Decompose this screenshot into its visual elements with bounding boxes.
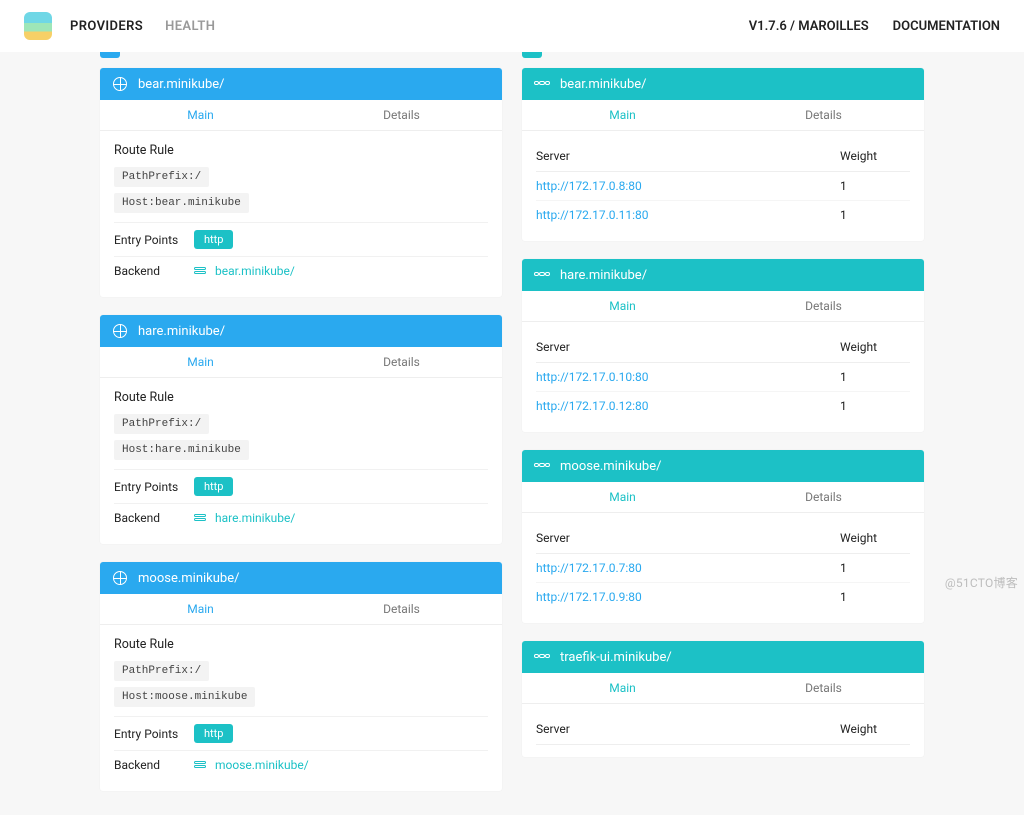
tab-details[interactable]: Details (301, 100, 502, 130)
backend-card: moose.minikube/ Main Details Server Weig… (522, 450, 924, 623)
tab-details[interactable]: Details (301, 347, 502, 377)
backend-card: hare.minikube/ Main Details Server Weigh… (522, 259, 924, 432)
disk-icon (534, 267, 550, 283)
backend-name: moose.minikube/ (560, 459, 661, 474)
route-rule-value: Host:hare.minikube (114, 440, 249, 460)
weight-col-header: Weight (840, 149, 910, 163)
route-rule-value: Host:moose.minikube (114, 687, 255, 707)
tab-main[interactable]: Main (100, 100, 301, 130)
version-label: V1.7.6 / MAROILLES (749, 19, 869, 34)
nav-health[interactable]: HEALTH (165, 19, 215, 34)
backend-card-header: hare.minikube/ (522, 259, 924, 291)
disk-icon (534, 458, 550, 474)
frontend-name: bear.minikube/ (138, 77, 225, 92)
backends-column: bear.minikube/ Main Details Server Weigh… (522, 36, 924, 809)
server-url[interactable]: http://172.17.0.9:80 (536, 590, 642, 604)
route-rule-label: Route Rule (114, 143, 488, 158)
server-url[interactable]: http://172.17.0.12:80 (536, 399, 649, 413)
server-url[interactable]: http://172.17.0.11:80 (536, 208, 649, 222)
top-nav: PROVIDERS HEALTH V1.7.6 / MAROILLES DOCU… (0, 0, 1024, 52)
disk-icon (534, 649, 550, 665)
brand-logo (24, 12, 52, 40)
entry-points-label: Entry Points (114, 480, 194, 494)
server-col-header: Server (536, 722, 840, 736)
frontend-card: hare.minikube/ Main Details Route Rule P… (100, 315, 502, 544)
frontend-name: moose.minikube/ (138, 571, 239, 586)
nav-documentation[interactable]: DOCUMENTATION (893, 19, 1000, 34)
backend-link[interactable]: bear.minikube/ (215, 264, 295, 278)
backend-link[interactable]: hare.minikube/ (215, 511, 295, 525)
frontend-card-header: moose.minikube/ (100, 562, 502, 594)
weight-col-header: Weight (840, 722, 910, 736)
server-weight: 1 (840, 208, 910, 222)
weight-col-header: Weight (840, 340, 910, 354)
frontend-card-header: hare.minikube/ (100, 315, 502, 347)
tab-details[interactable]: Details (723, 673, 924, 703)
globe-icon (112, 323, 128, 339)
route-rule-value: PathPrefix:/ (114, 661, 209, 681)
frontend-name: hare.minikube/ (138, 324, 225, 339)
tab-details[interactable]: Details (723, 100, 924, 130)
backend-card: traefik-ui.minikube/ Main Details Server… (522, 641, 924, 757)
route-rule-label: Route Rule (114, 390, 488, 405)
backend-card-header: traefik-ui.minikube/ (522, 641, 924, 673)
backend-label: Backend (114, 758, 194, 772)
route-rule-value: PathPrefix:/ (114, 414, 209, 434)
server-url[interactable]: http://172.17.0.8:80 (536, 179, 642, 193)
route-rule-value: PathPrefix:/ (114, 167, 209, 187)
frontend-card: bear.minikube/ Main Details Route Rule P… (100, 68, 502, 297)
server-weight: 1 (840, 179, 910, 193)
backend-link[interactable]: moose.minikube/ (215, 758, 309, 772)
globe-icon (112, 76, 128, 92)
server-weight: 1 (840, 399, 910, 413)
entry-point-pill: http (194, 230, 233, 249)
frontend-card: moose.minikube/ Main Details Route Rule … (100, 562, 502, 791)
backend-name: bear.minikube/ (560, 77, 647, 92)
server-col-header: Server (536, 340, 840, 354)
tab-main[interactable]: Main (522, 100, 723, 130)
backend-card: bear.minikube/ Main Details Server Weigh… (522, 68, 924, 241)
disk-icon (194, 267, 206, 277)
backend-card-header: moose.minikube/ (522, 450, 924, 482)
server-weight: 1 (840, 590, 910, 604)
frontend-card-header: bear.minikube/ (100, 68, 502, 100)
route-rule-label: Route Rule (114, 637, 488, 652)
entry-point-pill: http (194, 724, 233, 743)
backend-label: Backend (114, 264, 194, 278)
globe-icon (112, 570, 128, 586)
weight-col-header: Weight (840, 531, 910, 545)
tab-main[interactable]: Main (522, 482, 723, 512)
disk-icon (194, 761, 206, 771)
backend-label: Backend (114, 511, 194, 525)
disk-icon (534, 76, 550, 92)
server-weight: 1 (840, 370, 910, 384)
server-col-header: Server (536, 149, 840, 163)
entry-point-pill: http (194, 477, 233, 496)
frontends-column: bear.minikube/ Main Details Route Rule P… (100, 36, 502, 809)
disk-icon (194, 514, 206, 524)
backend-name: traefik-ui.minikube/ (560, 650, 672, 665)
tab-main[interactable]: Main (100, 594, 301, 624)
nav-providers[interactable]: PROVIDERS (70, 19, 143, 34)
server-weight: 1 (840, 561, 910, 575)
watermark: @51CTO博客 (945, 574, 1018, 591)
route-rule-value: Host:bear.minikube (114, 193, 249, 213)
entry-points-label: Entry Points (114, 233, 194, 247)
server-url[interactable]: http://172.17.0.7:80 (536, 561, 642, 575)
tab-main[interactable]: Main (522, 673, 723, 703)
backend-card-header: bear.minikube/ (522, 68, 924, 100)
tab-details[interactable]: Details (301, 594, 502, 624)
entry-points-label: Entry Points (114, 727, 194, 741)
tab-main[interactable]: Main (522, 291, 723, 321)
tab-main[interactable]: Main (100, 347, 301, 377)
tab-details[interactable]: Details (723, 291, 924, 321)
server-url[interactable]: http://172.17.0.10:80 (536, 370, 649, 384)
server-col-header: Server (536, 531, 840, 545)
tab-details[interactable]: Details (723, 482, 924, 512)
backend-name: hare.minikube/ (560, 268, 647, 283)
